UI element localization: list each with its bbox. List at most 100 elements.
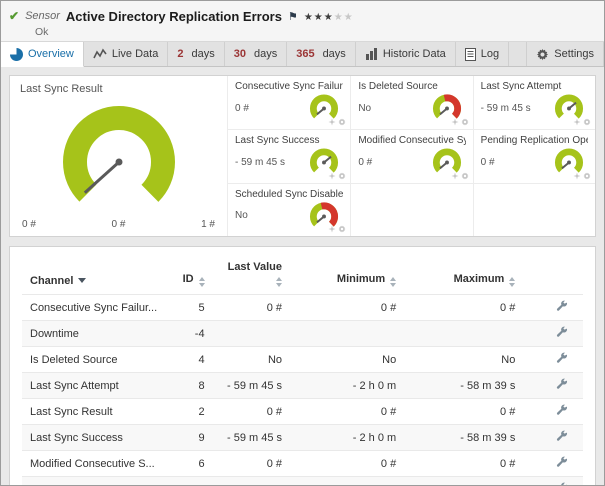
tab-day-number: 2 — [177, 48, 183, 60]
gauge-value: - 59 m 45 s — [235, 157, 285, 168]
channel-minimum — [290, 321, 404, 347]
gauge-max-label: 1 # — [201, 219, 215, 230]
star-filled-icon[interactable]: ★★★ — [304, 12, 334, 23]
gauge-title: Is Deleted Source — [358, 81, 465, 92]
column-header-last-value[interactable]: Last Value — [213, 255, 290, 295]
wrench-icon[interactable] — [555, 351, 569, 365]
tab-day-number: 365 — [296, 48, 314, 60]
channel-minimum: 0 # — [290, 399, 404, 425]
tab-label: days — [323, 48, 346, 60]
tab-label: Settings — [554, 48, 594, 60]
gauge-min-label: 0 # — [22, 219, 36, 230]
tab-settings[interactable]: Settings — [526, 42, 604, 66]
tab-overview[interactable]: Overview — [1, 42, 84, 67]
column-header-tools — [523, 255, 583, 295]
channel-name[interactable]: Downtime — [22, 321, 171, 347]
channel-id: 6 — [171, 451, 213, 477]
channel-last-value: - 59 m 45 s — [213, 373, 290, 399]
channel-gauge-last-sync-attempt[interactable]: Last Sync Attempt - 59 m 45 s — [473, 76, 595, 129]
channel-maximum: 0 # — [404, 399, 523, 425]
channel-name[interactable]: Last Sync Success — [22, 425, 171, 451]
channel-gauge-scheduled-sync-disabled[interactable]: Scheduled Sync Disabled No — [228, 183, 350, 236]
channel-name[interactable]: Is Deleted Source — [22, 347, 171, 373]
channel-name[interactable]: Last Sync Result — [22, 399, 171, 425]
tab-30-days[interactable]: 30 days — [225, 42, 288, 66]
wrench-icon[interactable] — [555, 377, 569, 391]
channel-name[interactable]: Last Sync Attempt — [22, 373, 171, 399]
channel-id: 8 — [171, 373, 213, 399]
star-empty-icon[interactable]: ★★ — [334, 12, 354, 23]
gauge-grid-filler — [350, 183, 472, 236]
channel-name[interactable]: Modified Consecutive S... — [22, 451, 171, 477]
channel-last-value: No — [213, 347, 290, 373]
tab-label: Log — [481, 48, 499, 60]
channel-gauge-settings-icon[interactable] — [573, 118, 591, 126]
column-header-minimum[interactable]: Minimum — [290, 255, 404, 295]
table-row: Last Sync Success 9 - 59 m 45 s - 2 h 0 … — [22, 425, 583, 451]
channel-gauge-pending-replication-operations[interactable]: Pending Replication Operatio... 0 # — [473, 129, 595, 182]
channel-minimum: 0 # — [290, 477, 404, 486]
sort-arrows-icon[interactable] — [509, 277, 515, 287]
channel-gauge-settings-icon[interactable] — [328, 225, 346, 233]
sort-arrows-icon[interactable] — [199, 277, 205, 287]
wrench-icon[interactable] — [555, 455, 569, 469]
gauge-title: Pending Replication Operatio... — [481, 135, 588, 146]
channel-gauge-modified-consecutive-sync[interactable]: Modified Consecutive Sync F... 0 # — [350, 129, 472, 182]
wrench-icon[interactable] — [555, 325, 569, 339]
priority-stars[interactable]: ★★★★★ — [304, 7, 354, 25]
gauge-value: 0 # — [481, 157, 495, 168]
tab-bar: Overview Live Data 2 days 30 days 365 da… — [1, 41, 604, 67]
primary-gauge-dial — [44, 104, 194, 210]
table-row: Consecutive Sync Failur... 5 0 # 0 # 0 # — [22, 295, 583, 321]
channel-last-value: 0 # — [213, 399, 290, 425]
sensor-page: ✔ Sensor Active Directory Replication Er… — [0, 0, 605, 486]
tab-live-data[interactable]: Live Data — [84, 42, 168, 66]
wrench-icon[interactable] — [555, 403, 569, 417]
channel-gauge-last-sync-success[interactable]: Last Sync Success - 59 m 45 s — [228, 129, 350, 182]
channel-minimum: No — [290, 347, 404, 373]
channel-gauge-settings-icon[interactable] — [451, 118, 469, 126]
channel-minimum: - 2 h 0 m — [290, 373, 404, 399]
column-header-channel[interactable]: Channel — [22, 255, 171, 295]
sort-arrows-icon[interactable] — [390, 277, 396, 287]
channel-last-value: 0 # — [213, 451, 290, 477]
table-row: Pending Replication Op... 7 0 # 0 # 1 # — [22, 477, 583, 486]
wrench-icon[interactable] — [555, 481, 569, 486]
page-title: Active Directory Replication Errors — [66, 9, 282, 24]
tab-historic-data[interactable]: Historic Data — [356, 42, 456, 66]
channel-id: -4 — [171, 321, 213, 347]
tab-365-days[interactable]: 365 days — [287, 42, 356, 66]
channel-name[interactable]: Consecutive Sync Failur... — [22, 295, 171, 321]
channel-maximum: 0 # — [404, 451, 523, 477]
channels-table: Channel ID Last Value Minimum Maximum Co… — [22, 255, 583, 486]
column-header-id[interactable]: ID — [171, 255, 213, 295]
sort-arrows-icon[interactable] — [276, 277, 282, 287]
channel-minimum: 0 # — [290, 451, 404, 477]
line-chart-icon — [93, 48, 107, 60]
channel-maximum: 0 # — [404, 295, 523, 321]
channel-name[interactable]: Pending Replication Op... — [22, 477, 171, 486]
primary-channel-gauge: Last Sync Result 0 # 0 # 1 # — [10, 76, 228, 236]
channel-gauge-settings-icon[interactable] — [451, 172, 469, 180]
table-row: Last Sync Result 2 0 # 0 # 0 # — [22, 399, 583, 425]
pie-chart-icon — [10, 48, 23, 61]
channels-table-panel: Channel ID Last Value Minimum Maximum Co… — [9, 246, 596, 486]
column-header-maximum[interactable]: Maximum — [404, 255, 523, 295]
wrench-icon[interactable] — [555, 429, 569, 443]
tab-log[interactable]: Log — [456, 42, 509, 66]
channel-gauge-consecutive-sync-failures[interactable]: Consecutive Sync Failures 0 # — [228, 76, 350, 129]
wrench-icon[interactable] — [555, 299, 569, 313]
table-row: Downtime -4 — [22, 321, 583, 347]
gauge-value: No — [235, 210, 248, 221]
channel-minimum: - 2 h 0 m — [290, 425, 404, 451]
tab-2-days[interactable]: 2 days — [168, 42, 224, 66]
channel-gauge-settings-icon[interactable] — [328, 118, 346, 126]
gauge-title: Modified Consecutive Sync F... — [358, 135, 465, 146]
tab-label: days — [254, 48, 277, 60]
table-header-row: Channel ID Last Value Minimum Maximum — [22, 255, 583, 295]
gauge-grid-filler — [473, 183, 595, 236]
channel-gauge-settings-icon[interactable] — [328, 172, 346, 180]
channel-gauge-settings-icon[interactable] — [573, 172, 591, 180]
favorite-flag-icon[interactable]: ⚑ — [288, 10, 298, 23]
channel-gauge-is-deleted-source[interactable]: Is Deleted Source No — [350, 76, 472, 129]
